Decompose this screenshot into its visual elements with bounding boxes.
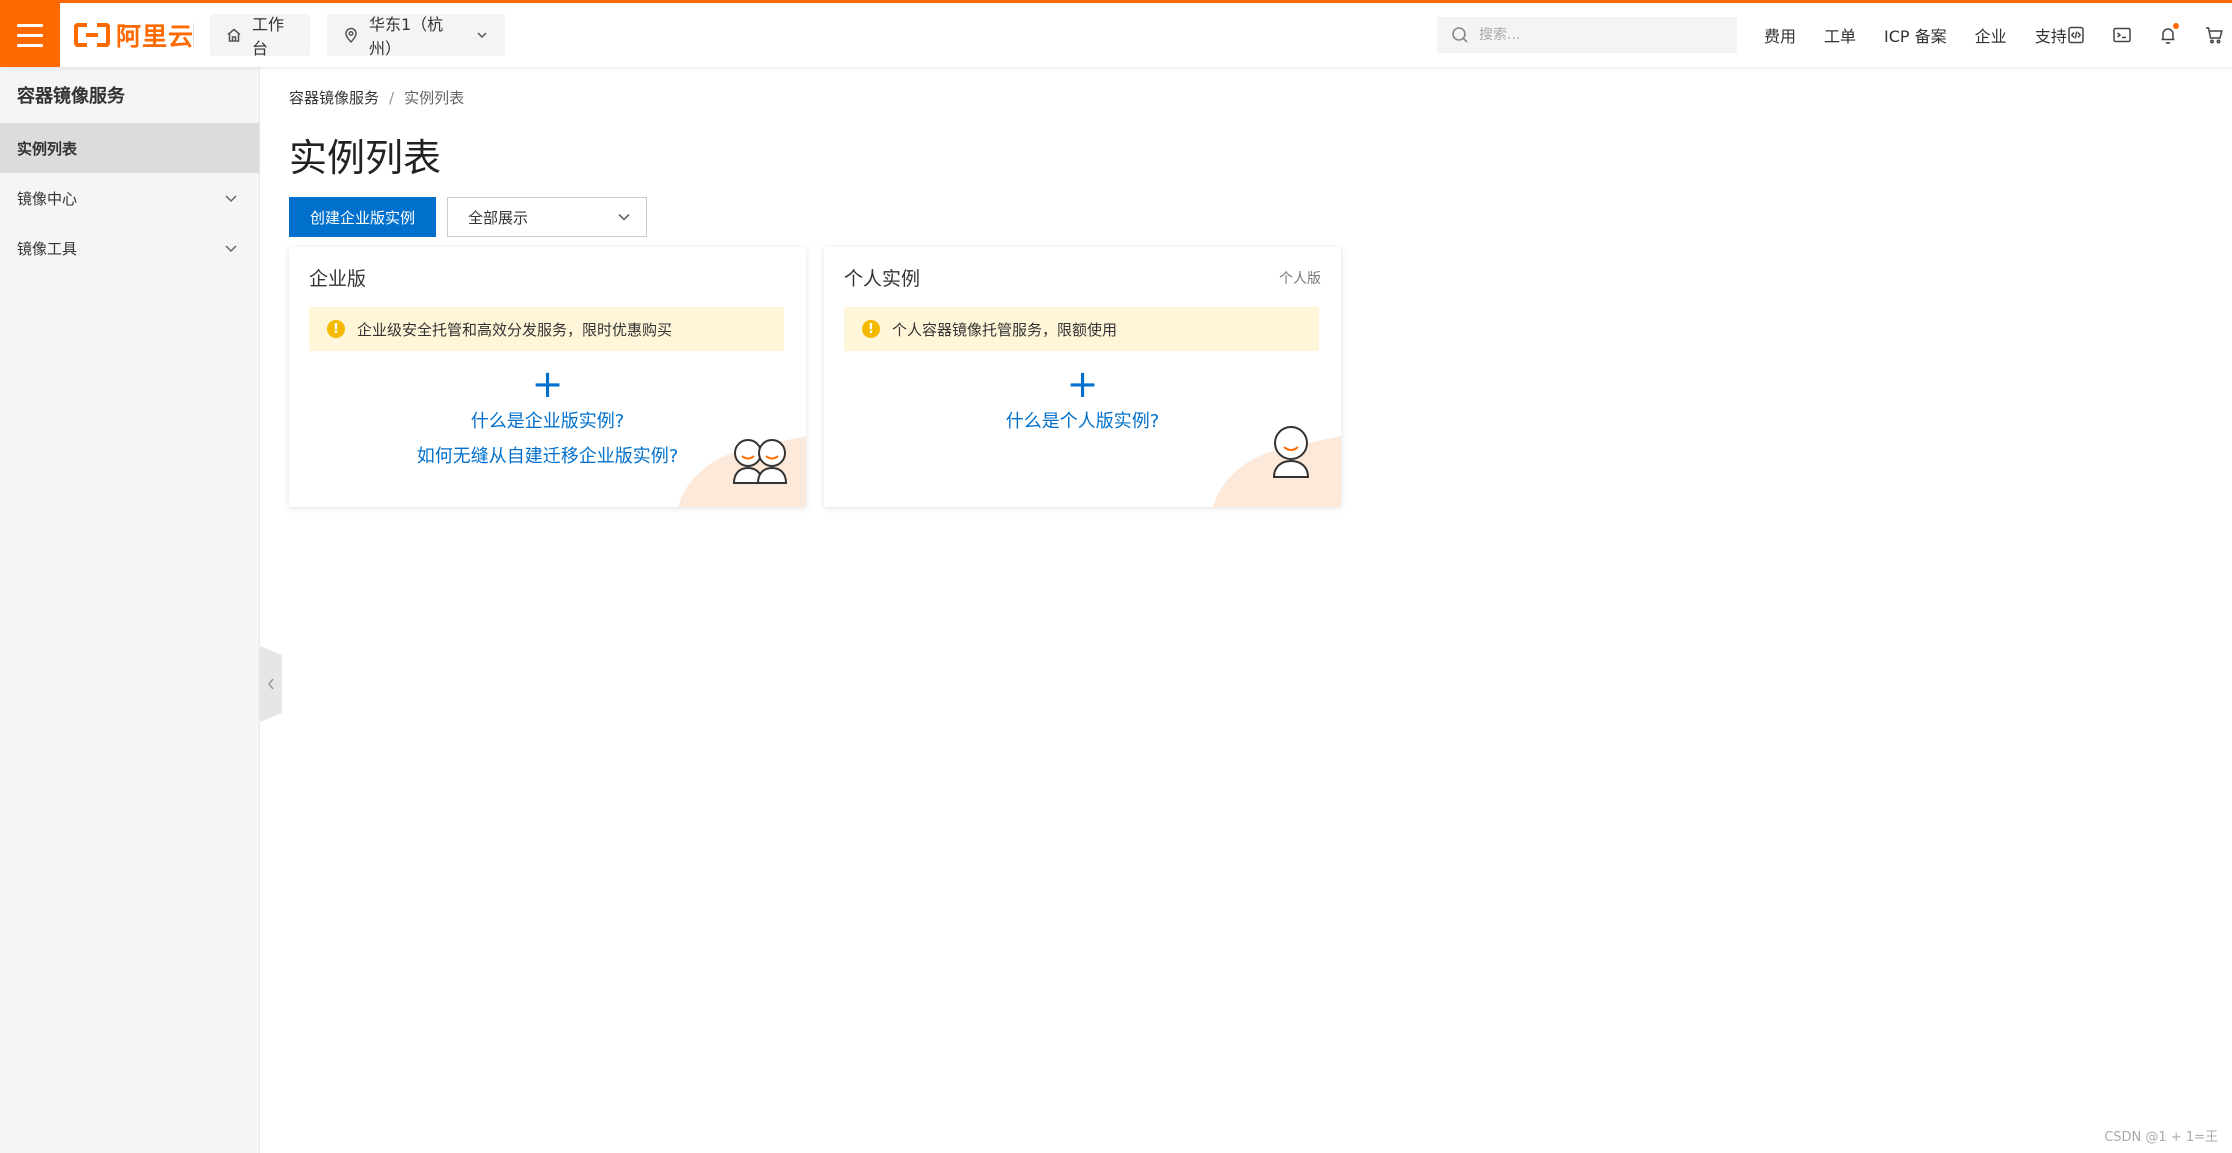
breadcrumb-item-service[interactable]: 容器镜像服务 xyxy=(289,87,379,108)
code-icon[interactable] xyxy=(2064,23,2088,47)
notification-dot xyxy=(2173,23,2179,29)
create-enterprise-instance-button[interactable]: 创建企业版实例 xyxy=(289,197,436,237)
search-icon xyxy=(1452,27,1468,43)
aliyun-logo[interactable]: 阿里云 xyxy=(74,17,194,53)
sidebar-collapse-handle[interactable] xyxy=(260,646,282,722)
card-title: 企业版 xyxy=(309,268,367,290)
add-enterprise-instance-icon[interactable]: + xyxy=(289,365,806,403)
chevron-down-icon xyxy=(225,195,237,203)
workbench-button[interactable]: 工作台 xyxy=(210,14,310,58)
chevron-down-icon xyxy=(618,213,630,221)
personal-card: 个人实例 个人版 ! 个人容器镜像托管服务，限额使用 + 什么是个人版实例? xyxy=(824,247,1341,507)
notice-text: 个人容器镜像托管服务，限额使用 xyxy=(892,320,1118,339)
instance-filter-value: 全部展示 xyxy=(468,208,529,227)
sidebar-item-label: 镜像中心 xyxy=(17,189,78,208)
logo-divider xyxy=(193,23,194,47)
terminal-icon[interactable] xyxy=(2110,23,2134,47)
chevron-left-icon xyxy=(268,678,274,690)
chevron-down-icon xyxy=(225,245,237,253)
bell-icon[interactable] xyxy=(2156,23,2180,47)
warning-icon: ! xyxy=(862,320,880,338)
top-nav-icons xyxy=(2064,3,2226,67)
link-what-is-personal[interactable]: 什么是个人版实例? xyxy=(824,407,1341,433)
logo-text: 阿里云 xyxy=(116,22,195,51)
search-box[interactable] xyxy=(1437,17,1737,53)
add-personal-instance-icon[interactable]: + xyxy=(824,365,1341,403)
person-avatar-icon xyxy=(1272,426,1310,478)
enterprise-card: 企业版 ! 企业级安全托管和高效分发服务，限时优惠购买 + 什么是企业版实例? … xyxy=(289,247,806,507)
breadcrumb: 容器镜像服务 / 实例列表 xyxy=(289,87,464,108)
enterprise-notice: ! 企业级安全托管和高效分发服务，限时优惠购买 xyxy=(309,307,784,351)
chevron-down-icon xyxy=(477,32,487,39)
nav-link-icp[interactable]: ICP 备案 xyxy=(1884,23,1947,47)
personal-notice: ! 个人容器镜像托管服务，限额使用 xyxy=(844,307,1319,351)
top-nav-links: 费用 工单 ICP 备案 企业 支持 xyxy=(1764,3,2067,67)
sidebar-item-label: 实例列表 xyxy=(17,139,78,158)
watermark: CSDN @1 + 1=王 xyxy=(2104,1130,2218,1145)
workbench-label: 工作台 xyxy=(252,15,285,58)
sidebar-item-instances[interactable]: 实例列表 xyxy=(0,123,259,173)
notice-text: 企业级安全托管和高效分发服务，限时优惠购买 xyxy=(357,320,673,339)
sidebar-item-image-tools[interactable]: 镜像工具 xyxy=(0,223,259,273)
warning-icon: ! xyxy=(327,320,345,338)
cart-icon[interactable] xyxy=(2202,23,2226,47)
sidebar-item-image-center[interactable]: 镜像中心 xyxy=(0,173,259,223)
aliyun-logo-icon xyxy=(74,23,110,47)
top-bar: 阿里云 工作台 华东1（杭州） 费用 工单 ICP 备案 企业 支持 xyxy=(0,3,2232,67)
nav-link-billing[interactable]: 费用 xyxy=(1764,23,1796,47)
nav-link-tickets[interactable]: 工单 xyxy=(1824,23,1856,47)
search-input[interactable] xyxy=(1479,27,1719,43)
breadcrumb-separator: / xyxy=(389,88,395,107)
nav-link-enterprise[interactable]: 企业 xyxy=(1975,23,2007,47)
card-title: 个人实例 xyxy=(844,268,921,290)
page-title: 实例列表 xyxy=(289,136,442,180)
sidebar-item-label: 镜像工具 xyxy=(17,239,78,258)
instance-filter-select[interactable]: 全部展示 xyxy=(447,197,647,237)
region-selector[interactable]: 华东1（杭州） xyxy=(327,14,505,58)
team-avatar-icon xyxy=(732,439,788,484)
location-icon xyxy=(345,27,357,43)
sidebar-title: 容器镜像服务 xyxy=(17,86,125,107)
menu-icon[interactable] xyxy=(0,3,60,67)
card-tag: 个人版 xyxy=(1279,271,1321,287)
breadcrumb-item-current: 实例列表 xyxy=(404,89,465,107)
nav-link-support[interactable]: 支持 xyxy=(2035,23,2067,47)
sidebar: 容器镜像服务 实例列表 镜像中心 镜像工具 xyxy=(0,67,260,1153)
home-icon xyxy=(227,28,241,42)
region-label: 华东1（杭州） xyxy=(369,15,444,58)
